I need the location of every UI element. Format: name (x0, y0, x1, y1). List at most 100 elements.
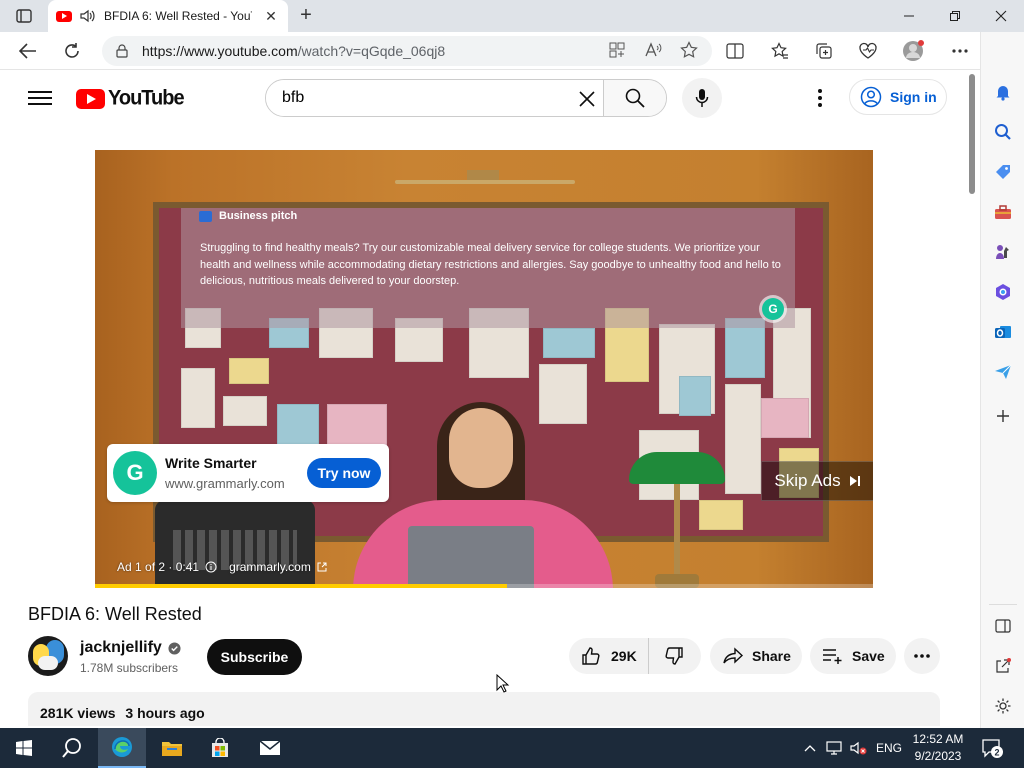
youtube-play-logo-icon (76, 88, 105, 109)
restore-button[interactable] (932, 0, 978, 32)
ad-headline: Write Smarter (165, 455, 257, 471)
volume-muted-icon[interactable] (850, 728, 868, 768)
browser-tab-active[interactable]: BFDIA 6: Well Rested - YouTube ✕ (48, 0, 288, 32)
clock-date: 9/2/2023 (914, 749, 962, 763)
subscriber-count: 1.78M subscribers (80, 661, 179, 675)
network-icon[interactable] (826, 728, 842, 768)
taskbar-file-explorer-icon[interactable] (148, 728, 196, 768)
channel-name-link[interactable]: jacknjellify (80, 639, 181, 657)
voice-search-button[interactable] (682, 78, 722, 118)
back-button[interactable] (14, 37, 42, 65)
ad-companion-card[interactable]: G Write Smarter www.grammarly.com Try no… (107, 444, 389, 502)
external-link-icon (317, 562, 327, 572)
read-aloud-icon[interactable] (644, 41, 662, 64)
ad-progress-fill (95, 584, 508, 588)
games-chess-icon[interactable] (991, 240, 1015, 264)
save-button[interactable]: Save (810, 638, 896, 674)
channel-avatar[interactable] (28, 636, 68, 676)
settings-more-icon[interactable] (946, 37, 974, 65)
tab-actions-icon[interactable] (8, 4, 40, 28)
ad-domain: www.grammarly.com (165, 476, 285, 491)
split-screen-icon[interactable] (721, 37, 749, 65)
outlook-icon[interactable] (991, 320, 1015, 344)
speaker-icon[interactable] (80, 9, 96, 23)
upload-age: 3 hours ago (125, 705, 205, 721)
language-indicator[interactable]: ENG (876, 728, 902, 768)
try-now-button[interactable]: Try now (307, 458, 381, 488)
notifications-bell-icon[interactable] (991, 80, 1015, 104)
guide-menu-icon[interactable] (28, 88, 52, 108)
skip-ads-button[interactable]: Skip Ads (761, 461, 873, 501)
ad-progress-bar[interactable] (95, 584, 873, 588)
tools-toolbox-icon[interactable] (991, 200, 1015, 224)
profile-avatar-icon[interactable] (899, 37, 927, 65)
favorite-star-icon[interactable] (680, 41, 698, 64)
channel-name-text: jacknjellify (80, 639, 162, 656)
dislike-button[interactable] (649, 638, 699, 674)
sidebar-panel-icon[interactable] (991, 614, 1015, 638)
like-dislike-group: 29K (569, 638, 701, 674)
settings-menu-icon[interactable] (808, 86, 832, 110)
account-circle-icon (860, 86, 882, 108)
youtube-favicon-icon (56, 10, 72, 22)
favorites-icon[interactable] (766, 37, 794, 65)
youtube-logo[interactable]: YouTube (76, 86, 185, 110)
sidebar-settings-gear-icon[interactable] (991, 694, 1015, 718)
action-center-icon[interactable]: 2 (980, 736, 1004, 760)
sidebar-divider (989, 604, 1017, 605)
description-box[interactable]: 281K views 3 hours ago (28, 692, 940, 726)
more-horizontal-icon (914, 654, 930, 658)
taskbar-mail-icon[interactable] (246, 728, 294, 768)
typewriter (155, 500, 315, 588)
close-window-button[interactable] (978, 0, 1024, 32)
video-player[interactable]: Business pitch Struggling to find health… (95, 150, 873, 588)
apps-icon[interactable] (608, 41, 626, 64)
taskbar-clock[interactable]: 12:52 AM 9/2/2023 (906, 731, 970, 765)
youtube-logo-text: YouTube (108, 86, 185, 110)
share-arrow-icon (723, 647, 744, 664)
sign-in-button[interactable]: Sign in (849, 79, 947, 115)
tab-close-icon[interactable]: ✕ (262, 8, 280, 25)
taskbar-search-icon[interactable] (48, 728, 96, 768)
url-path: /watch?v=qGqde_06qj8 (297, 43, 446, 59)
more-actions-button[interactable] (904, 638, 940, 674)
url-host: https://www.youtube.com (142, 43, 298, 59)
external-open-icon[interactable] (991, 654, 1015, 678)
like-count: 29K (611, 648, 637, 664)
address-bar[interactable]: https://www.youtube.com/watch?v=qGqde_06… (102, 36, 712, 66)
thumbs-down-icon (665, 647, 683, 665)
share-label: Share (752, 648, 791, 664)
ad-advertiser-link[interactable]: grammarly.com (229, 560, 311, 574)
notification-count: 2 (994, 748, 999, 758)
video-meta: 281K views 3 hours ago (40, 705, 211, 721)
search-button[interactable] (603, 80, 666, 116)
like-button[interactable]: 29K (569, 638, 649, 674)
lock-icon[interactable] (116, 44, 128, 58)
pitch-document-title: Business pitch (199, 210, 297, 222)
search-input[interactable] (266, 80, 604, 116)
send-telegram-icon[interactable] (991, 360, 1015, 384)
minimize-button[interactable] (886, 0, 932, 32)
collections-icon[interactable] (810, 37, 838, 65)
windows-taskbar: ENG 12:52 AM 9/2/2023 2 (0, 728, 1024, 768)
new-tab-button[interactable]: + (294, 4, 318, 28)
microsoft-365-icon[interactable] (991, 280, 1015, 304)
word-doc-icon (199, 210, 212, 222)
view-count: 281K views (40, 705, 116, 721)
share-button[interactable]: Share (710, 638, 802, 674)
taskbar-store-icon[interactable] (196, 728, 244, 768)
search-sidebar-icon[interactable] (991, 120, 1015, 144)
clear-search-icon[interactable] (576, 88, 598, 110)
save-label: Save (852, 648, 885, 664)
tray-overflow-icon[interactable] (804, 728, 816, 768)
page-scrollbar[interactable] (966, 70, 978, 726)
refresh-button[interactable] (58, 37, 86, 65)
scrollbar-thumb[interactable] (969, 74, 975, 194)
shopping-tag-icon[interactable] (991, 160, 1015, 184)
tab-title: BFDIA 6: Well Rested - YouTube (104, 9, 252, 23)
start-windows-icon[interactable] (0, 728, 48, 768)
taskbar-edge-icon[interactable] (98, 728, 146, 768)
add-sidebar-app-icon[interactable] (991, 404, 1015, 428)
browser-essentials-icon[interactable] (854, 37, 882, 65)
subscribe-button[interactable]: Subscribe (207, 639, 302, 675)
